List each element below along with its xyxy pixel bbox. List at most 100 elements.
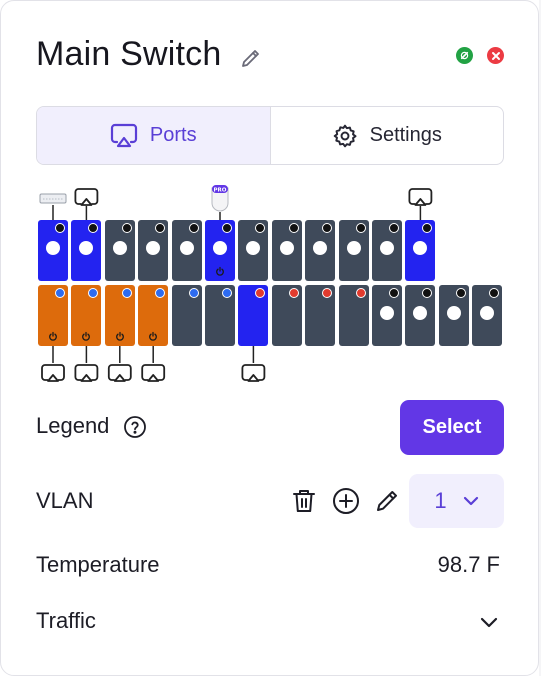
port-6[interactable] bbox=[104, 285, 135, 346]
uplink-badge bbox=[179, 241, 194, 255]
tab-ports-label: Ports bbox=[149, 124, 197, 146]
port-15[interactable] bbox=[271, 220, 302, 281]
pencil-icon[interactable] bbox=[239, 46, 263, 70]
port-status-led bbox=[389, 223, 399, 233]
close-circle-icon bbox=[487, 47, 504, 64]
port-8[interactable] bbox=[138, 285, 169, 346]
uplink-badge bbox=[413, 241, 428, 255]
uplink-badge bbox=[346, 241, 361, 255]
uplink-badge bbox=[413, 306, 428, 320]
tab-settings[interactable]: Settings bbox=[271, 107, 504, 164]
port-status-led bbox=[355, 288, 366, 298]
port-status-led bbox=[255, 288, 266, 298]
port-status-led bbox=[188, 223, 199, 233]
add-circle-icon[interactable] bbox=[332, 487, 360, 515]
port-7[interactable] bbox=[138, 220, 169, 281]
port-2[interactable] bbox=[38, 285, 68, 346]
port-16[interactable] bbox=[271, 285, 302, 346]
uplink-badge bbox=[446, 306, 461, 320]
port-20[interactable] bbox=[338, 285, 369, 346]
uplink-badge bbox=[380, 241, 394, 255]
check-circle-icon bbox=[456, 47, 473, 64]
port-19[interactable] bbox=[338, 220, 369, 281]
port-status-led bbox=[389, 288, 399, 298]
airplay-device-icon bbox=[74, 364, 99, 382]
port-18[interactable] bbox=[305, 285, 336, 346]
help-icon[interactable] bbox=[123, 415, 147, 439]
chevron-down-icon bbox=[463, 496, 478, 506]
port-23[interactable] bbox=[405, 220, 436, 281]
temperature-label: Temperature bbox=[36, 552, 160, 577]
vlan-value: 1 bbox=[434, 488, 447, 513]
uplink-badge bbox=[380, 306, 394, 320]
port-14[interactable] bbox=[238, 285, 269, 346]
port-10[interactable] bbox=[171, 285, 202, 346]
port-status-led bbox=[88, 223, 99, 233]
traffic-label: Traffic bbox=[36, 608, 96, 633]
port-status-led bbox=[288, 288, 299, 298]
port-26[interactable] bbox=[472, 285, 503, 346]
uplink-badge bbox=[46, 241, 60, 255]
uplink-badge bbox=[79, 241, 94, 255]
port-status-led bbox=[155, 223, 166, 233]
airplay-device-icon bbox=[107, 364, 132, 382]
port-5[interactable] bbox=[104, 220, 135, 281]
tab-bar: Ports Settings bbox=[36, 106, 504, 165]
port-12[interactable] bbox=[205, 285, 235, 346]
switch-panel: Main Switch Ports Settings PRO Legend Se… bbox=[0, 0, 539, 676]
tab-settings-label: Settings bbox=[369, 124, 442, 146]
airplay-device-icon bbox=[41, 364, 65, 382]
port-status-led bbox=[322, 223, 333, 233]
uplink-badge bbox=[279, 241, 294, 255]
port-9[interactable] bbox=[171, 220, 202, 281]
airplay-device-icon bbox=[141, 364, 166, 382]
port-status-led bbox=[288, 223, 299, 233]
port-13[interactable] bbox=[238, 220, 269, 281]
port-25[interactable] bbox=[438, 285, 469, 346]
port-status-led bbox=[155, 288, 166, 298]
select-button[interactable]: Select bbox=[400, 400, 504, 455]
tab-ports[interactable]: Ports bbox=[37, 107, 271, 164]
access-point-icon bbox=[211, 185, 229, 212]
port-status-led bbox=[55, 223, 65, 233]
port-11[interactable] bbox=[205, 220, 235, 281]
trash-icon[interactable] bbox=[290, 487, 318, 515]
airplay-device-icon bbox=[241, 364, 266, 382]
access-point-label: PRO bbox=[214, 188, 227, 194]
airplay-device-icon bbox=[74, 188, 99, 206]
page-title: Main Switch bbox=[36, 35, 222, 73]
port-status-led bbox=[355, 223, 366, 233]
port-17[interactable] bbox=[305, 220, 336, 281]
chevron-down-icon[interactable] bbox=[477, 610, 501, 634]
port-status-led bbox=[255, 223, 266, 233]
port-status-led bbox=[55, 288, 65, 298]
port-1[interactable] bbox=[38, 220, 68, 281]
uplink-badge bbox=[480, 306, 495, 320]
port-status-led bbox=[489, 288, 500, 298]
vlan-dropdown[interactable]: 1 bbox=[409, 474, 504, 528]
switch-device-icon bbox=[39, 193, 67, 204]
gear-icon bbox=[333, 124, 357, 147]
port-22[interactable] bbox=[372, 285, 402, 346]
port-status-led bbox=[422, 288, 433, 298]
port-status-led bbox=[188, 288, 199, 298]
port-status-led bbox=[422, 223, 433, 233]
legend-label: Legend bbox=[36, 413, 110, 438]
port-status-led bbox=[222, 288, 232, 298]
port-status-led bbox=[88, 288, 99, 298]
airplay-icon bbox=[110, 123, 138, 147]
port-status-led bbox=[455, 288, 466, 298]
pencil-icon[interactable] bbox=[373, 487, 401, 515]
port-3[interactable] bbox=[71, 220, 102, 281]
airplay-device-icon bbox=[408, 188, 433, 206]
port-status-led bbox=[121, 288, 132, 298]
uplink-badge bbox=[112, 241, 127, 255]
port-status-led bbox=[322, 288, 333, 298]
port-21[interactable] bbox=[372, 220, 402, 281]
port-status-led bbox=[222, 223, 232, 233]
port-24[interactable] bbox=[405, 285, 436, 346]
uplink-badge bbox=[246, 241, 261, 255]
port-4[interactable] bbox=[71, 285, 102, 346]
uplink-badge bbox=[213, 241, 227, 255]
uplink-badge bbox=[313, 241, 328, 255]
